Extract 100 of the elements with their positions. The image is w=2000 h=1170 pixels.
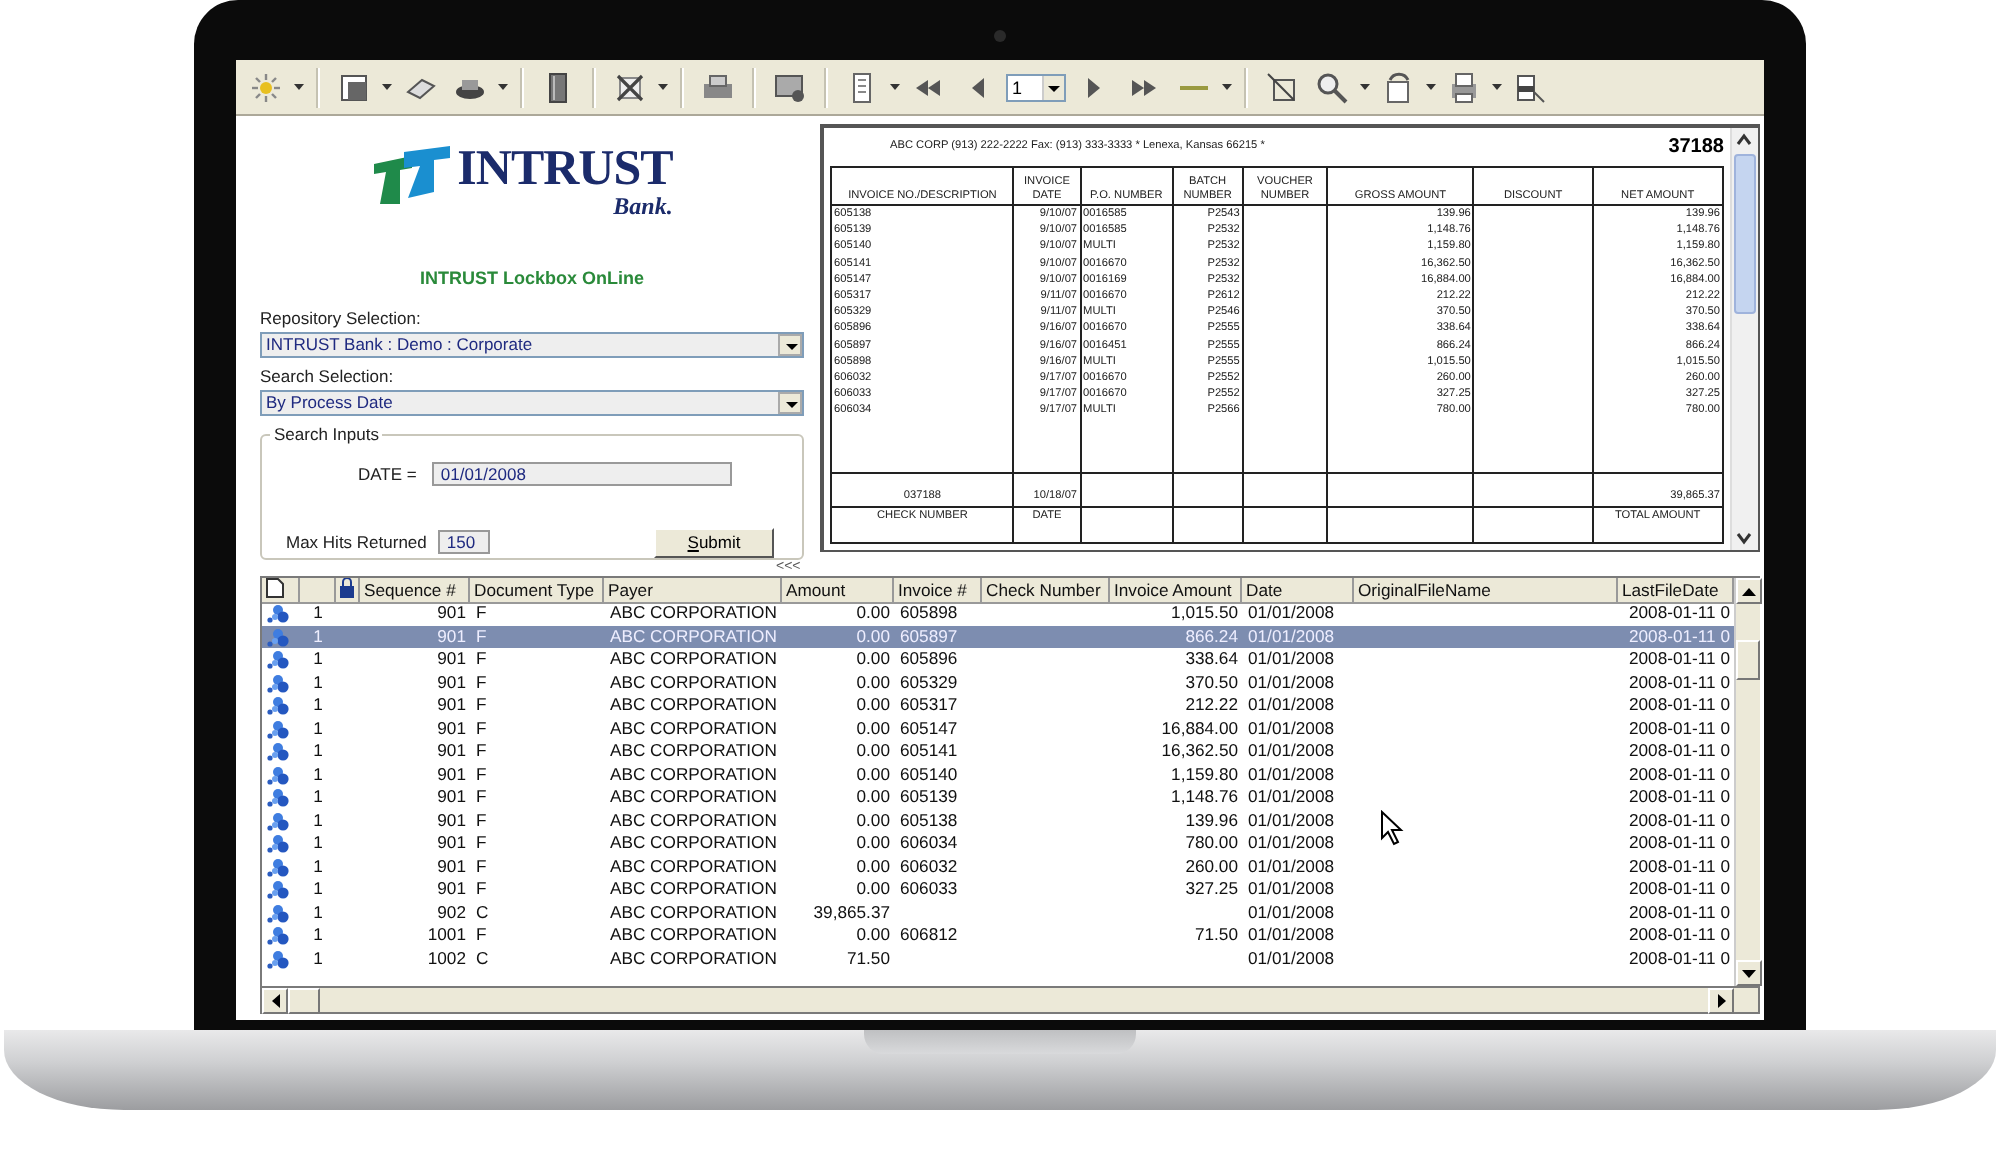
page-icon (266, 578, 284, 598)
table-cell-text: 01/01/2008 (1246, 648, 1337, 671)
table-cell-text: F (474, 832, 489, 855)
table-cell-text: 901 (435, 740, 468, 763)
table-row[interactable]: 1 1002 C ABC CORPORATION 71.50 01/01/2008 2008-01-11 0 (262, 947, 1734, 970)
date-input-field[interactable]: 01/01/2008 (432, 461, 733, 486)
delete-icon[interactable] (614, 71, 646, 103)
field-label: DATE = (358, 463, 417, 484)
table-cell-text: 605141 (898, 740, 960, 763)
table-row[interactable]: 1 901 F ABC CORPORATION 0.00 605138 139.96 01/01/2008 2008-01-11 0 (262, 809, 1734, 832)
caret-icon[interactable] (498, 84, 508, 90)
brightness-icon[interactable] (250, 71, 282, 103)
table-cell-text: 01/01/2008 (1246, 786, 1337, 809)
scanner-icon[interactable] (702, 71, 734, 103)
table-row[interactable]: 1 1001 F ABC CORPORATION 0.00 606812 71.50 01/01/2008 2008-01-11 0 (262, 924, 1734, 947)
crop-icon[interactable] (1266, 71, 1298, 103)
repository-dropdown[interactable]: INTRUST Bank : Demo : Corporate (260, 331, 804, 358)
table-cell-text: F (474, 855, 489, 878)
table-cell-text: 2008-01-11 0 (1627, 717, 1732, 740)
caret-icon[interactable] (382, 84, 392, 90)
table-cell-text: 780.00 (1183, 832, 1240, 855)
print-icon[interactable] (1448, 71, 1480, 103)
horizontal-scrollbar[interactable] (260, 988, 1760, 1014)
dots-icon (266, 740, 290, 762)
table-row[interactable]: 1 901 F ABC CORPORATION 0.00 605317 212.22 01/01/2008 2008-01-11 0 (262, 694, 1734, 717)
table-cell-text: 139.96 (1183, 809, 1240, 832)
table-cell-text: 01/01/2008 (1246, 878, 1337, 901)
caret-icon[interactable] (1222, 84, 1232, 90)
caret-icon[interactable] (890, 84, 900, 90)
table-cell-text: 1,159.80 (1169, 763, 1240, 786)
scroll-right-button[interactable] (1708, 988, 1734, 1014)
table-cell-text: 1 (311, 832, 325, 855)
table-cell-text: 01/01/2008 (1246, 740, 1337, 763)
caret-icon[interactable] (1426, 84, 1436, 90)
table-cell-text: 01/01/2008 (1246, 809, 1337, 832)
column-header[interactable]: Date (1242, 578, 1354, 604)
table-cell-text: 2008-01-11 0 (1627, 625, 1732, 648)
table-cell-text: F (474, 809, 489, 832)
table-row[interactable]: 1 901 F ABC CORPORATION 0.00 605329 370.50 01/01/2008 2008-01-11 0 (262, 671, 1734, 694)
dots-icon (266, 602, 290, 624)
caret-icon[interactable] (294, 84, 304, 90)
display-icon[interactable] (774, 71, 806, 103)
scroll-down-button[interactable] (1736, 960, 1762, 986)
table-cell-text: 605896 (898, 648, 960, 671)
table-cell-text: 71.50 (1192, 924, 1240, 947)
submit-button[interactable]: Submit (654, 527, 774, 558)
table-cell-text: F (474, 763, 489, 786)
table-cell-text: 71.50 (844, 947, 892, 970)
table-cell-text: 2008-01-11 0 (1627, 602, 1732, 625)
column-header[interactable]: Check Number (982, 578, 1110, 604)
table-cell-text: 901 (435, 855, 468, 878)
page-number-field[interactable]: 1 (1006, 73, 1066, 101)
table-row[interactable]: 1 901 F ABC CORPORATION 0.00 606034 780.00 01/01/2008 2008-01-11 0 (262, 832, 1734, 855)
table-row[interactable]: 1 901 F ABC CORPORATION 0.00 606033 327.25 01/01/2008 2008-01-11 0 (262, 878, 1734, 901)
vertical-scrollbar[interactable] (1734, 578, 1760, 986)
dots-icon (266, 878, 290, 900)
table-cell-text: 605317 (898, 694, 960, 717)
table-cell-text: 1001 (425, 924, 468, 947)
caret-icon[interactable] (1360, 84, 1370, 90)
table-cell-text: F (474, 740, 489, 763)
fit-page-icon[interactable] (1514, 71, 1546, 103)
table-cell-text: 2008-01-11 0 (1627, 947, 1732, 970)
caret-icon[interactable] (1492, 84, 1502, 90)
vertical-scrollbar[interactable] (1730, 128, 1758, 550)
table-cell-text: ABC CORPORATION (608, 855, 779, 878)
column-header[interactable]: Payer (604, 578, 782, 604)
table-row[interactable]: 1 901 F ABC CORPORATION 0.00 605898 1,015.50 01/01/2008 2008-01-11 0 (262, 602, 1734, 625)
dots-icon (266, 671, 290, 693)
column-header[interactable]: Amount (782, 578, 894, 604)
dots-icon (266, 625, 290, 647)
table-cell-text: 01/01/2008 (1246, 947, 1337, 970)
table-row[interactable]: 1 901 F ABC CORPORATION 0.00 605139 1,148.76 01/01/2008 2008-01-11 0 (262, 786, 1734, 809)
table-cell-text: 901 (435, 809, 468, 832)
zoom-icon[interactable] (1316, 71, 1348, 103)
table-row[interactable]: 1 902 C ABC CORPORATION 39,865.37 01/01/2008 2008-01-11 0 (262, 901, 1734, 924)
table-cell-text: 2008-01-11 0 (1627, 763, 1732, 786)
column-header[interactable]: Invoice # (894, 578, 982, 604)
column-header[interactable]: OriginalFileName (1354, 578, 1618, 604)
column-header[interactable] (336, 578, 360, 604)
scrollbar-thumb[interactable] (1734, 154, 1756, 314)
table-cell-text: 327.25 (1183, 878, 1240, 901)
table-cell-text: 1 (311, 648, 325, 671)
table-cell-text: 1 (311, 809, 325, 832)
scroll-up-button[interactable] (1736, 578, 1762, 604)
table-row[interactable]: 1 901 F ABC CORPORATION 0.00 605140 1,159.80 01/01/2008 2008-01-11 0 (262, 763, 1734, 786)
table-row[interactable]: 1 901 F ABC CORPORATION 0.00 605147 16,884.00 01/01/2008 2008-01-11 0 (262, 717, 1734, 740)
column-header[interactable]: Invoice Amount (1110, 578, 1242, 604)
table-row[interactable]: 1 901 F ABC CORPORATION 0.00 605896 338.64 01/01/2008 2008-01-11 0 (262, 648, 1734, 671)
max-hits-input-field[interactable]: 150 (438, 529, 491, 554)
dots-icon (266, 947, 290, 969)
page-icon[interactable] (338, 71, 370, 103)
column-header[interactable]: Sequence # (360, 578, 470, 604)
search-dropdown[interactable]: By Process Date (260, 389, 804, 416)
table-row[interactable]: 1 901 F ABC CORPORATION 0.00 605141 16,362.50 01/01/2008 2008-01-11 0 (262, 740, 1734, 763)
dots-icon (266, 809, 290, 831)
column-header[interactable] (262, 578, 300, 604)
column-header[interactable]: Document Type (470, 578, 604, 604)
table-row[interactable]: 1 901 F ABC CORPORATION 0.00 606032 260.00 01/01/2008 2008-01-11 0 (262, 855, 1734, 878)
caret-icon[interactable] (658, 84, 668, 90)
scroll-left-button[interactable] (262, 988, 288, 1014)
